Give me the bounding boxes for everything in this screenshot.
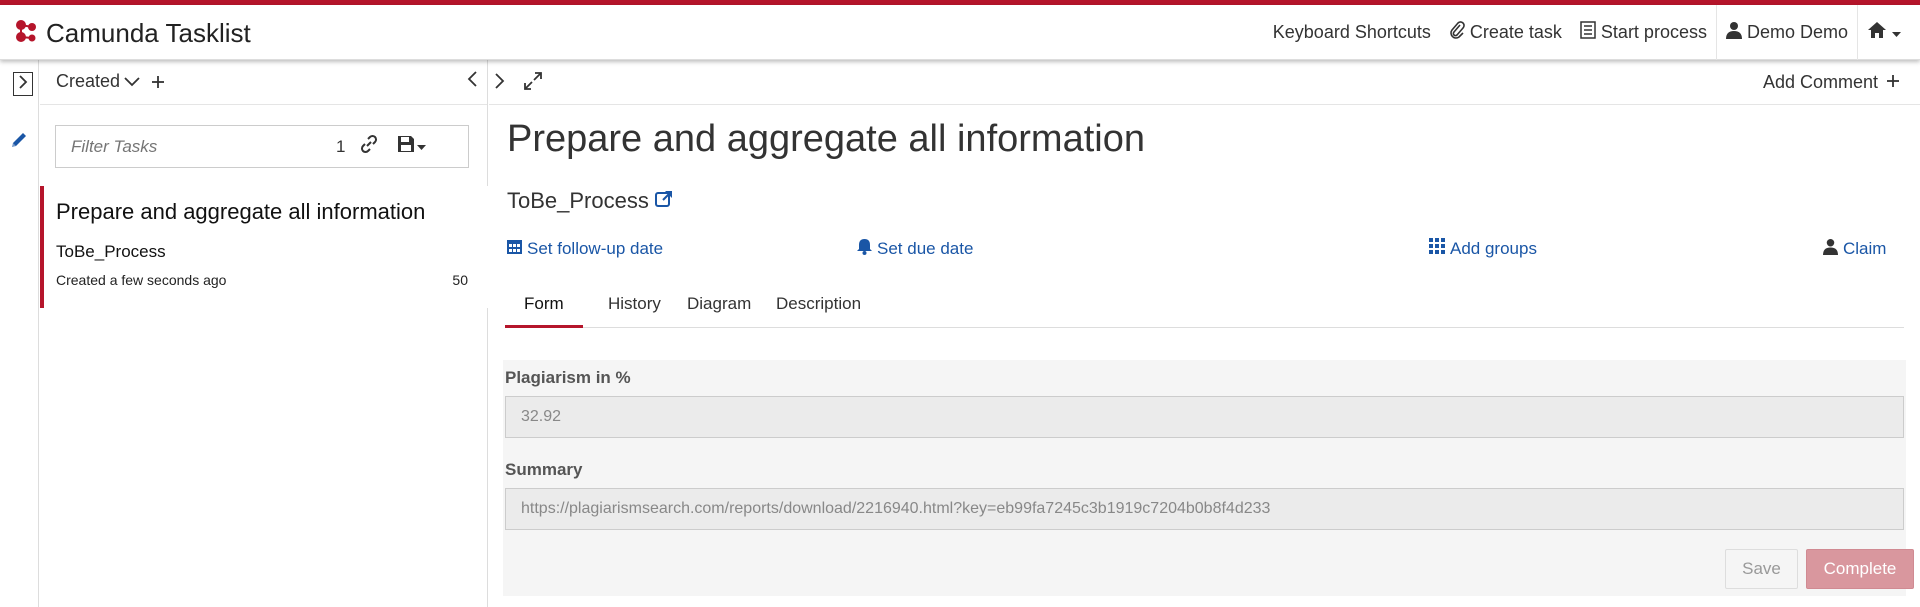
add-comment-button[interactable]: Add Comment	[1763, 72, 1900, 93]
user-name: Demo Demo	[1746, 22, 1848, 42]
expand-arrows-icon	[523, 72, 543, 95]
follow-up-label: Set follow-up date	[527, 238, 664, 258]
filter-tasks-input[interactable]	[56, 136, 316, 157]
due-date-label: Set due date	[877, 239, 974, 258]
paperclip-icon	[1449, 21, 1465, 44]
task-item-created: Created a few seconds ago	[56, 272, 227, 288]
sort-dropdown[interactable]: Created	[56, 71, 140, 92]
expand-filters-button[interactable]	[13, 72, 33, 96]
expand-list-button[interactable]	[495, 72, 505, 95]
claim-button[interactable]: Claim	[1823, 238, 1886, 260]
task-item-process: ToBe_Process	[56, 242, 166, 261]
create-task-label: Create task	[1469, 22, 1562, 42]
complete-button[interactable]: Complete	[1806, 549, 1914, 589]
calendar-icon	[507, 238, 522, 259]
list-icon	[1580, 21, 1596, 44]
sort-label: Created	[56, 71, 121, 91]
set-due-date-button[interactable]: Set due date	[857, 238, 973, 260]
app-title: Camunda Tasklist	[46, 18, 251, 48]
maximize-button[interactable]	[523, 71, 543, 96]
tab-description[interactable]: Description	[757, 284, 880, 328]
grid-icon	[1429, 238, 1445, 259]
task-tabs: Form History Diagram Description	[505, 284, 1904, 328]
chevron-left-icon	[467, 71, 477, 92]
set-follow-up-date-button[interactable]: Set follow-up date	[507, 238, 663, 259]
tab-history[interactable]: History	[589, 284, 680, 328]
task-detail-toolbar: Add Comment	[489, 60, 1920, 105]
task-list-panel: Created 1	[40, 60, 488, 607]
task-actions: Set follow-up date Set due date Add grou…	[507, 238, 1902, 264]
task-list-item[interactable]: Prepare and aggregate all information To…	[40, 186, 488, 308]
header-nav: Keyboard Shortcuts Create task Start pro…	[1264, 5, 1910, 60]
keyboard-shortcuts-link[interactable]: Keyboard Shortcuts	[1264, 5, 1440, 60]
app-header: Camunda Tasklist Keyboard Shortcuts Crea…	[0, 5, 1920, 60]
start-process-link[interactable]: Start process	[1571, 5, 1716, 60]
user-icon	[1823, 238, 1838, 260]
tab-diagram[interactable]: Diagram	[668, 284, 770, 328]
create-task-link[interactable]: Create task	[1440, 5, 1571, 60]
summary-label: Summary	[505, 460, 583, 479]
external-link-icon	[654, 190, 673, 213]
task-detail-panel: Add Comment Prepare and aggregate all in…	[489, 60, 1920, 607]
filters-rail	[0, 60, 39, 607]
chevron-right-icon	[495, 73, 505, 94]
caret-down-icon	[417, 138, 427, 156]
filter-count: 1	[336, 136, 346, 156]
plagiarism-field[interactable]: 32.92	[505, 396, 1904, 438]
claim-label: Claim	[1843, 239, 1887, 258]
process-name: ToBe_Process	[507, 188, 649, 213]
tab-form[interactable]: Form	[505, 284, 583, 328]
collapse-list-button[interactable]	[467, 70, 477, 93]
edit-filter-button[interactable]	[9, 130, 29, 155]
pencil-icon	[9, 133, 29, 154]
keyboard-shortcuts-label: Keyboard Shortcuts	[1272, 22, 1431, 42]
plagiarism-label: Plagiarism in %	[505, 368, 631, 387]
plus-icon	[151, 69, 165, 94]
link-icon[interactable]	[359, 134, 379, 159]
save-filter-dropdown[interactable]	[397, 135, 427, 158]
user-icon	[1725, 21, 1742, 44]
process-link[interactable]: ToBe_Process	[507, 188, 673, 214]
plus-icon	[1886, 72, 1900, 93]
caret-down-icon	[1892, 22, 1901, 43]
task-title: Prepare and aggregate all information	[507, 118, 1145, 160]
floppy-disk-icon	[397, 135, 415, 158]
save-button[interactable]: Save	[1725, 549, 1798, 589]
summary-field[interactable]: https://plagiarismsearch.com/reports/dow…	[505, 488, 1904, 530]
add-groups-button[interactable]: Add groups	[1429, 238, 1537, 259]
filter-tasks-box: 1	[55, 125, 469, 168]
chevron-right-icon	[18, 74, 28, 94]
home-icon	[1867, 21, 1887, 44]
chevron-down-icon	[124, 71, 140, 92]
user-menu[interactable]: Demo Demo	[1715, 5, 1857, 60]
start-process-label: Start process	[1600, 22, 1707, 42]
task-item-name: Prepare and aggregate all information	[56, 199, 426, 224]
groups-label: Add groups	[1450, 238, 1537, 258]
add-sorting-button[interactable]	[151, 69, 165, 95]
task-item-priority: 50	[452, 272, 468, 288]
task-form: Plagiarism in % 32.92 Summary https://pl…	[503, 360, 1914, 596]
add-comment-label: Add Comment	[1762, 72, 1878, 92]
task-list-toolbar: Created	[40, 60, 487, 105]
bell-icon	[857, 238, 872, 260]
home-menu[interactable]	[1857, 5, 1910, 60]
camunda-logo-icon	[14, 19, 38, 48]
brand[interactable]: Camunda Tasklist	[14, 18, 251, 49]
